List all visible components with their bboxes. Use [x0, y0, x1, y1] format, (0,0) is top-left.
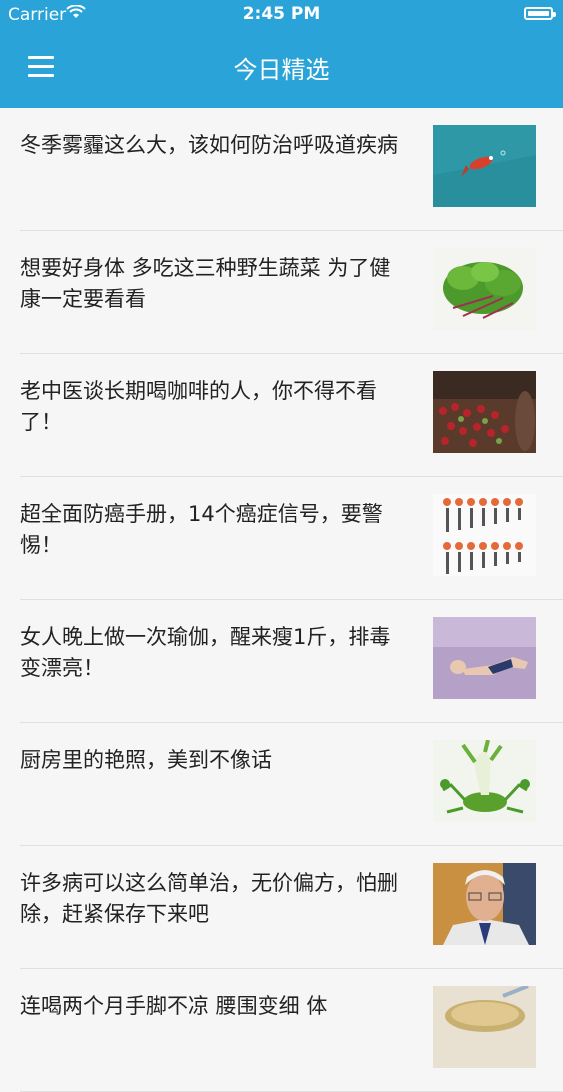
yoga-thumbnail	[433, 617, 536, 699]
battery-icon	[524, 7, 556, 20]
article-title: 想要好身体 多吃这三种野生蔬菜 为了健康一定要看看	[20, 256, 391, 311]
list-item[interactable]: 冬季雾霾这么大，该如何防治呼吸道疾病	[20, 108, 563, 231]
list-item[interactable]: 厨房里的艳照，美到不像话	[20, 723, 563, 846]
page-title: 今日精选	[233, 56, 330, 84]
soup-thumbnail	[433, 986, 536, 1068]
cancer-chart-thumbnail	[433, 494, 536, 576]
vegetable-thumbnail	[433, 248, 536, 330]
doctor-portrait-thumbnail	[433, 863, 536, 945]
list-item[interactable]: 连喝两个月手脚不凉 腰围变细 体	[20, 969, 563, 1092]
list-item[interactable]: 超全面防癌手册，14个癌症信号，要警惕！	[20, 477, 563, 600]
article-title: 老中医谈长期喝咖啡的人，你不得不看了！	[20, 379, 377, 434]
article-list: 冬季雾霾这么大，该如何防治呼吸道疾病 想要好身体 多吃这三种野生蔬菜 为了健康一…	[0, 108, 563, 1092]
article-title: 连喝两个月手脚不凉 腰围变细 体	[20, 994, 328, 1018]
list-item[interactable]: 想要好身体 多吃这三种野生蔬菜 为了健康一定要看看	[20, 231, 563, 354]
list-item[interactable]: 许多病可以这么简单治，无价偏方，怕删除，赶紧保存下来吧	[20, 846, 563, 969]
fish-thumbnail	[433, 125, 536, 207]
vegetable-crab-thumbnail	[433, 740, 536, 822]
article-title: 许多病可以这么简单治，无价偏方，怕删除，赶紧保存下来吧	[20, 871, 398, 926]
list-item[interactable]: 女人晚上做一次瑜伽，醒来瘦1斤，排毒变漂亮！	[20, 600, 563, 723]
status-time: 2:45 PM	[242, 4, 321, 24]
coffee-beans-thumbnail	[433, 371, 536, 453]
nav-bar: Carrier 2:45 PM 今日精选	[0, 0, 563, 108]
article-title: 厨房里的艳照，美到不像话	[20, 748, 272, 772]
article-title: 女人晚上做一次瑜伽，醒来瘦1斤，排毒变漂亮！	[20, 625, 391, 680]
article-title: 冬季雾霾这么大，该如何防治呼吸道疾病	[20, 133, 398, 157]
article-title: 超全面防癌手册，14个癌症信号，要警惕！	[20, 502, 383, 557]
list-item[interactable]: 老中医谈长期喝咖啡的人，你不得不看了！	[20, 354, 563, 477]
status-bar: Carrier 2:45 PM	[0, 0, 563, 30]
